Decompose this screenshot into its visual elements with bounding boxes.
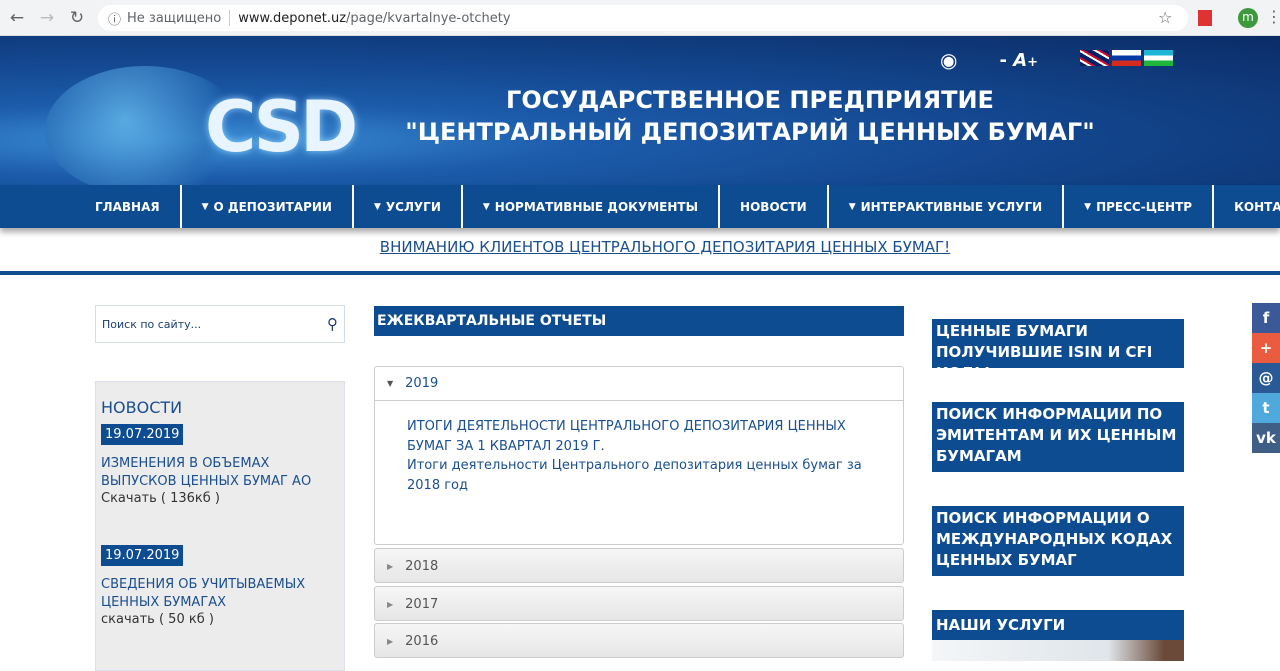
nav-item-label: НОВОСТИ: [740, 199, 807, 214]
language-flags: [1080, 50, 1176, 70]
nav-item[interactable]: ▼ О ДЕПОЗИТАРИИ: [182, 185, 354, 228]
news-title-link[interactable]: ИЗМЕНЕНИЯ В ОБЪЕМАХ ВЫПУСКОВ ЦЕННЫХ БУМА…: [101, 455, 339, 491]
header-tools: ◉ - A+: [940, 48, 1176, 72]
twitter-icon[interactable]: t: [1252, 393, 1280, 423]
news-date: 19.07.2019: [101, 545, 184, 566]
year-label: 2017: [405, 596, 439, 612]
year-label: 2019: [405, 376, 439, 391]
site-header: CSD ГОСУДАРСТВЕННОЕ ПРЕДПРИЯТИЕ "ЦЕНТРАЛ…: [0, 36, 1280, 196]
news-title-link[interactable]: СВЕДЕНИЯ ОБ УЧИТЫВАЕМЫХ ЦЕННЫХ БУМАГАХ: [101, 576, 339, 612]
year-label: 2016: [405, 633, 439, 649]
nav-item-label: НОРМАТИВНЫЕ ДОКУМЕНТЫ: [494, 199, 699, 214]
address-bar[interactable]: ⓘ Не защищено www.deponet.uz /page/kvart…: [98, 5, 1188, 31]
report-link[interactable]: ИТОГИ ДЕЯТЕЛЬНОСТИ ЦЕНТРАЛЬНОГО ДЕПОЗИТА…: [407, 417, 871, 456]
divider: [229, 10, 231, 26]
our-services-heading: НАШИ УСЛУГИ: [932, 610, 1184, 640]
nav-item-label: КОНТАКТЫ: [1234, 199, 1280, 214]
nav-item-label: ПРЕСС-ЦЕНТР: [1096, 199, 1193, 214]
news-heading: НОВОСТИ: [101, 398, 183, 417]
font-decrease[interactable]: -: [999, 50, 1006, 71]
facebook-icon[interactable]: f: [1252, 303, 1280, 333]
year-accordion-2017[interactable]: ▶ 2017: [374, 586, 904, 621]
forward-icon[interactable]: →: [32, 8, 62, 28]
client-notice-link[interactable]: ВНИМАНИЮ КЛИЕНТОВ ЦЕНТРАЛЬНОГО ДЕПОЗИТАР…: [0, 238, 1280, 256]
nav-item-label: ИНТЕРАКТИВНЫЕ УСЛУГИ: [860, 199, 1043, 214]
site-logo[interactable]: CSD: [205, 86, 358, 168]
nav-item[interactable]: НОВОСТИ: [720, 185, 829, 228]
intl-codes-search-link[interactable]: ПОИСК ИНФОРМАЦИИ О МЕЖДУНАРОДНЫХ КОДАХ Ц…: [932, 506, 1184, 576]
page-title: ЕЖЕКВАРТАЛЬНЫЕ ОТЧЕТЫ: [374, 306, 904, 336]
plus-icon[interactable]: +: [1252, 333, 1280, 363]
news-item: 19.07.2019 ИЗМЕНЕНИЯ В ОБЪЕМАХ ВЫПУСКОВ …: [101, 423, 339, 506]
font-icon: A: [1013, 49, 1028, 71]
news-panel: НОВОСТИ 19.07.2019 ИЗМЕНЕНИЯ В ОБЪЕМАХ В…: [95, 381, 345, 671]
nav-item[interactable]: ▼ НОРМАТИВНЫЕ ДОКУМЕНТЫ: [463, 185, 721, 228]
download-link[interactable]: скачать ( 50 кб ): [101, 612, 339, 627]
url-host: www.deponet.uz: [238, 10, 347, 26]
issuer-search-link[interactable]: ПОИСК ИНФОРМАЦИИ ПО ЭМИТЕНТАМ И ИХ ЦЕННЫ…: [932, 402, 1184, 472]
caret-right-icon: ▶: [387, 599, 394, 609]
accordion-header[interactable]: ▼ 2019: [375, 367, 903, 401]
eye-icon[interactable]: ◉: [940, 48, 957, 72]
search-placeholder: Поиск по сайту...: [102, 317, 202, 331]
title-line-1: ГОСУДАРСТВЕННОЕ ПРЕДПРИЯТИЕ: [506, 86, 994, 114]
menu-icon[interactable]: ⋮: [1266, 7, 1280, 26]
back-icon[interactable]: ←: [2, 8, 32, 28]
chevron-down-icon: ▼: [373, 201, 381, 212]
font-size-control[interactable]: - A+: [999, 50, 1038, 71]
nav-item-label: ГЛАВНАЯ: [95, 199, 160, 214]
chevron-down-icon: ▼: [482, 201, 490, 212]
title-line-2: "ЦЕНТРАЛЬНЫЙ ДЕПОЗИТАРИЙ ЦЕННЫХ БУМАГ": [405, 118, 1095, 146]
caret-right-icon: ▶: [387, 561, 394, 571]
chevron-down-icon: ▼: [1084, 201, 1092, 212]
flag-ru-icon[interactable]: [1112, 50, 1142, 66]
url-path: /page/kvartalnye-otchety: [346, 10, 511, 26]
caret-right-icon: ▶: [387, 636, 394, 646]
vk-icon[interactable]: vk: [1252, 423, 1280, 453]
flag-en-icon[interactable]: [1080, 50, 1110, 66]
news-date: 19.07.2019: [101, 424, 184, 445]
year-label: 2018: [405, 558, 439, 574]
nav-item-label: УСЛУГИ: [385, 199, 441, 214]
year-accordion-2016[interactable]: ▶ 2016: [374, 623, 904, 658]
year-accordion-2019: ▼ 2019 ИТОГИ ДЕЯТЕЛЬНОСТИ ЦЕНТРАЛЬНОГО ДЕ…: [374, 366, 904, 545]
nav-item[interactable]: ▼ ИНТЕРАКТИВНЫЕ УСЛУГИ: [829, 185, 1065, 228]
year-accordion-2018[interactable]: ▶ 2018: [374, 548, 904, 583]
search-icon[interactable]: ⚲: [327, 315, 338, 333]
site-search-input[interactable]: Поиск по сайту... ⚲: [95, 305, 345, 343]
chevron-down-icon: ▼: [848, 201, 856, 212]
profile-avatar[interactable]: m: [1238, 8, 1258, 28]
social-share-bar: f + @ t vk: [1252, 303, 1280, 453]
reload-icon[interactable]: ↻: [62, 8, 92, 28]
nav-item[interactable]: ГЛАВНАЯ: [75, 185, 182, 228]
star-icon[interactable]: ☆: [1158, 8, 1172, 27]
info-icon: ⓘ: [108, 12, 122, 28]
download-link[interactable]: Скачать ( 136кб ): [101, 491, 339, 506]
chevron-down-icon: ▼: [201, 201, 209, 212]
nav-item-label: О ДЕПОЗИТАРИИ: [213, 199, 332, 214]
caret-down-icon: ▼: [387, 379, 394, 388]
security-label: Не защищено: [127, 10, 222, 26]
news-item: 19.07.2019 СВЕДЕНИЯ ОБ УЧИТЫВАЕМЫХ ЦЕННЫ…: [101, 544, 339, 627]
nav-item[interactable]: ▼ УСЛУГИ: [354, 185, 463, 228]
nav-item[interactable]: ▼ ПРЕСС-ЦЕНТР: [1064, 185, 1215, 228]
nav-item[interactable]: КОНТАКТЫ: [1214, 185, 1280, 228]
main-navigation: ГЛАВНАЯ ▼ О ДЕПОЗИТАРИИ ▼ УСЛУГИ ▼ НОРМАТИВНЫЕ…: [0, 185, 1280, 228]
services-image: [932, 640, 1184, 661]
divider: [0, 271, 1280, 275]
report-link[interactable]: Итоги деятельности Центрального депозита…: [407, 456, 871, 495]
isin-cfi-link[interactable]: ЦЕННЫЕ БУМАГИ ПОЛУЧИВШИЕ ISIN И CFI КОДЫ: [932, 319, 1184, 382]
font-increase[interactable]: +: [1027, 55, 1038, 70]
site-title: ГОСУДАРСТВЕННОЕ ПРЕДПРИЯТИЕ "ЦЕНТРАЛЬНЫЙ…: [400, 84, 1100, 148]
flag-uz-icon[interactable]: [1144, 50, 1174, 66]
mail-icon[interactable]: @: [1252, 363, 1280, 393]
pdf-extension-icon[interactable]: [1198, 10, 1212, 26]
